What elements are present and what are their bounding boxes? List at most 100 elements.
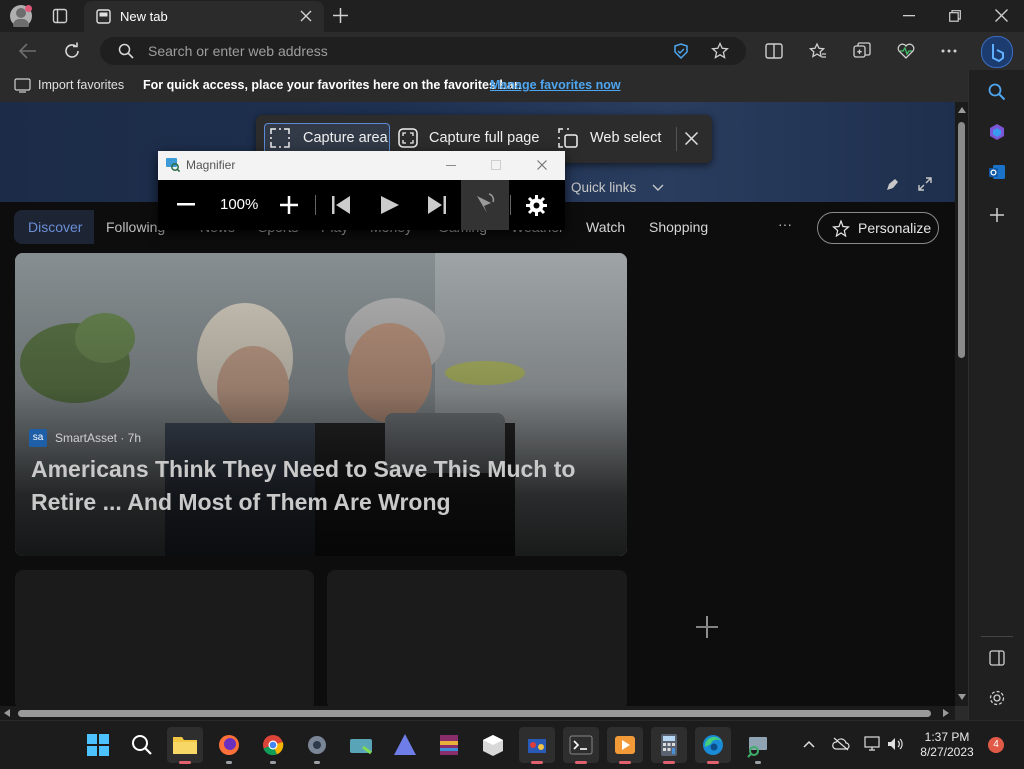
vertical-scrollbar[interactable] xyxy=(955,102,968,706)
hero-article-card[interactable]: sa SmartAsset · 7h Americans Think They … xyxy=(15,253,627,556)
article-card-placeholder[interactable] xyxy=(15,570,314,706)
magnifier-settings-icon[interactable] xyxy=(526,195,547,216)
magnifier-taskbar-icon[interactable] xyxy=(740,727,776,764)
settings-app-icon[interactable] xyxy=(299,727,335,764)
magnifier-titlebar[interactable]: Magnifier xyxy=(158,151,565,180)
tab-discover-label: Discover xyxy=(28,219,83,235)
chrome-icon[interactable] xyxy=(255,727,291,764)
bing-copilot-button[interactable] xyxy=(981,36,1013,68)
search-icon[interactable] xyxy=(988,83,1006,101)
outlook-icon[interactable] xyxy=(988,163,1006,181)
winrar-icon[interactable] xyxy=(431,727,467,763)
toolbar-divider xyxy=(315,195,316,215)
smartasset-logo: sa xyxy=(29,429,47,447)
tab-title: New tab xyxy=(120,9,168,24)
tab-shopping[interactable]: Shopping xyxy=(649,219,708,235)
virtualbox-icon[interactable] xyxy=(475,727,511,763)
copilot-icon[interactable] xyxy=(988,123,1006,141)
web-select-icon[interactable] xyxy=(558,128,578,148)
horizontal-scrollbar[interactable] xyxy=(0,706,955,720)
vertical-scroll-thumb[interactable] xyxy=(958,122,965,358)
restore-button[interactable] xyxy=(949,10,961,22)
add-sidebar-app-icon[interactable] xyxy=(990,208,1004,222)
minimize-button[interactable] xyxy=(903,15,915,17)
show-hidden-icons-chevron-icon[interactable] xyxy=(803,740,815,748)
windows-taskbar: 1:37 PM 8/27/2023 4 xyxy=(0,720,1024,769)
expand-icon[interactable] xyxy=(918,177,932,191)
play-read-icon[interactable] xyxy=(381,196,399,214)
firefox-icon[interactable] xyxy=(211,727,247,764)
search-icon[interactable] xyxy=(124,727,160,763)
more-options-icon[interactable] xyxy=(941,49,957,53)
file-explorer-icon[interactable] xyxy=(167,727,203,764)
app-icon-triangle[interactable] xyxy=(387,727,423,763)
zoom-in-button[interactable] xyxy=(280,196,298,214)
previous-paragraph-icon[interactable] xyxy=(332,196,350,214)
favorites-icon[interactable] xyxy=(809,42,827,60)
volume-icon[interactable] xyxy=(887,737,905,751)
profile-avatar[interactable] xyxy=(10,5,32,27)
new-tab-button[interactable] xyxy=(333,8,348,23)
notification-badge[interactable]: 4 xyxy=(988,737,1004,753)
cloud-offline-icon[interactable] xyxy=(832,737,850,751)
copilot-read-icon[interactable] xyxy=(672,42,690,60)
next-paragraph-icon[interactable] xyxy=(428,196,446,214)
zoom-out-button[interactable] xyxy=(177,203,195,207)
scroll-left-arrow-icon[interactable] xyxy=(4,709,10,717)
capture-full-page-button[interactable]: Capture full page xyxy=(429,130,539,146)
address-placeholder: Search or enter web address xyxy=(148,43,328,59)
close-capture-icon[interactable] xyxy=(685,132,698,145)
close-tab-icon[interactable] xyxy=(300,10,312,22)
refresh-button[interactable] xyxy=(63,42,81,60)
scroll-down-arrow-icon[interactable] xyxy=(958,694,966,700)
back-button[interactable] xyxy=(19,43,37,59)
article-card-placeholder[interactable] xyxy=(327,570,627,706)
scroll-right-arrow-icon[interactable] xyxy=(943,709,949,717)
article-source-text: SmartAsset · 7h xyxy=(55,431,142,445)
edit-background-icon[interactable] xyxy=(885,178,899,192)
horizontal-scroll-thumb[interactable] xyxy=(18,710,931,717)
manage-favorites-link[interactable]: Manage favorites now xyxy=(490,78,621,92)
terminal-icon[interactable] xyxy=(563,727,599,764)
personalize-label: Personalize xyxy=(858,220,932,236)
capture-full-page-icon[interactable] xyxy=(398,128,418,148)
new-tab-icon xyxy=(96,9,111,24)
start-button[interactable] xyxy=(80,727,116,763)
network-icon[interactable] xyxy=(863,736,881,752)
scroll-up-arrow-icon[interactable] xyxy=(958,107,966,113)
article-headline[interactable]: Americans Think They Need to Save This M… xyxy=(31,453,601,519)
browser-essentials-icon[interactable] xyxy=(897,43,915,59)
tab-discover[interactable]: Discover xyxy=(14,210,94,244)
magnifier-minimize-button[interactable] xyxy=(446,165,456,167)
magnifier-window: Magnifier 100% xyxy=(158,151,565,230)
hide-sidebar-icon[interactable] xyxy=(989,650,1005,666)
collections-icon[interactable] xyxy=(853,42,871,60)
calculator-icon[interactable] xyxy=(651,727,687,764)
magnifier-toolbar: 100% xyxy=(158,180,565,230)
magnifier-maximize-button[interactable] xyxy=(491,160,501,170)
taskbar-clock[interactable]: 1:37 PM 8/27/2023 xyxy=(912,730,982,760)
favorite-star-icon[interactable] xyxy=(711,42,729,60)
zoom-level: 100% xyxy=(220,196,259,213)
chevron-down-icon xyxy=(652,184,664,192)
split-screen-icon[interactable] xyxy=(765,43,783,59)
network-app-icon[interactable] xyxy=(343,727,379,763)
web-select-button[interactable]: Web select xyxy=(590,130,661,146)
magnifier-close-button[interactable] xyxy=(537,160,547,170)
tab-watch[interactable]: Watch xyxy=(586,219,625,235)
close-window-button[interactable] xyxy=(995,9,1008,22)
tab-new-tab[interactable]: New tab xyxy=(84,1,324,32)
tab-following[interactable]: Following xyxy=(106,219,165,235)
read-from-here-button[interactable] xyxy=(461,180,509,230)
quick-links-toggle[interactable]: Quick links xyxy=(571,180,664,195)
import-favorites-button[interactable]: Import favorites xyxy=(38,78,124,92)
toolbar-divider xyxy=(676,127,677,151)
paint-app-icon[interactable] xyxy=(519,727,555,764)
sidebar-settings-icon[interactable] xyxy=(988,689,1006,707)
edge-icon[interactable] xyxy=(695,727,731,764)
media-player-icon[interactable] xyxy=(607,727,643,764)
personalize-button[interactable]: Personalize xyxy=(817,212,939,244)
address-bar[interactable]: Search or enter web address xyxy=(100,37,746,65)
more-tabs-button[interactable]: ··· xyxy=(778,216,792,232)
tab-actions-icon[interactable] xyxy=(52,8,68,24)
